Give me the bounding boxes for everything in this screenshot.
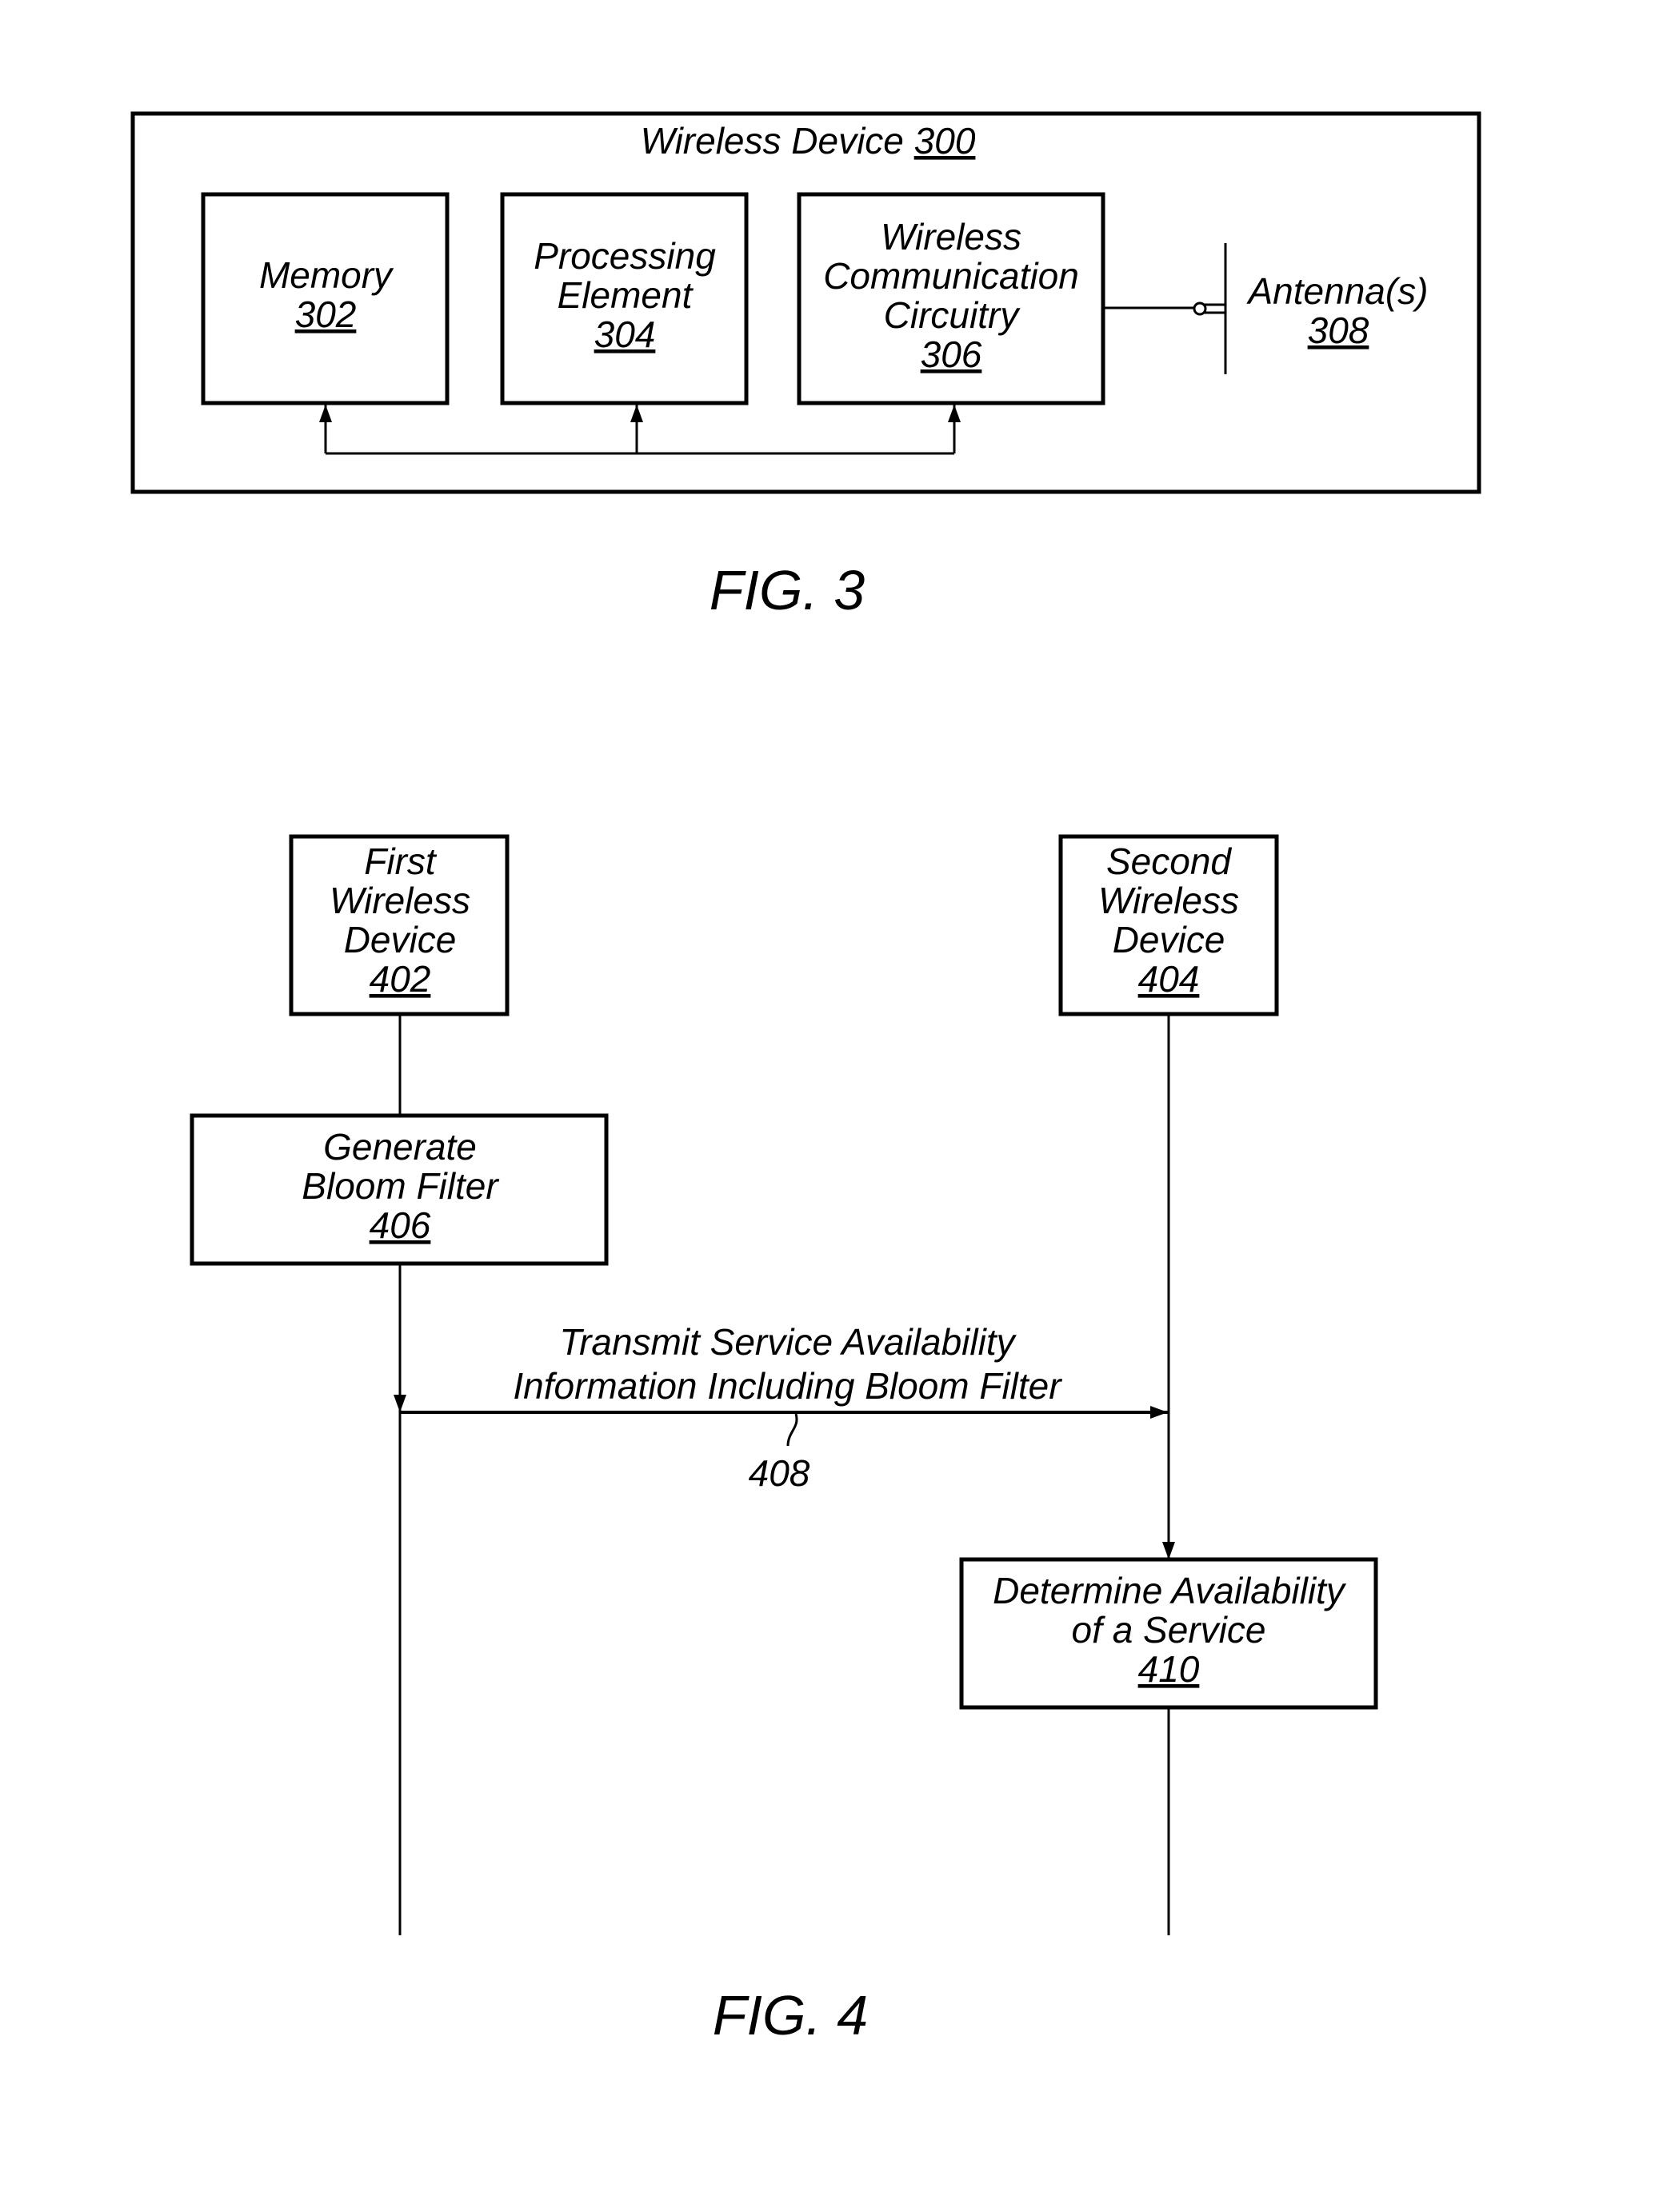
node-406-line1: Generate	[323, 1126, 477, 1168]
node-402-line2: Wireless	[330, 880, 470, 921]
container-title: Wireless Device 300	[641, 120, 976, 162]
message-ref: 408	[749, 1452, 810, 1494]
node-404-line1: Second	[1106, 840, 1232, 882]
node-406-line2: Bloom Filter	[302, 1165, 499, 1207]
node-406-ref: 406	[370, 1204, 431, 1246]
message-line2: Information Including Bloom Filter	[513, 1365, 1062, 1407]
node-410-line2: of a Service	[1072, 1609, 1266, 1651]
antenna-ref: 308	[1308, 309, 1369, 351]
wcc-line1: Wireless	[881, 216, 1021, 258]
wcc-line2: Communication	[823, 255, 1079, 297]
fig3: Wireless Device 300 Memory 302 Processin…	[130, 111, 1481, 621]
wcc-line3: Circuitry	[884, 294, 1021, 336]
node-410-ref: 410	[1138, 1648, 1200, 1690]
node-404-line2: Wireless	[1098, 880, 1239, 921]
fig4: First Wireless Device 402 Second Wireles…	[190, 834, 1378, 2046]
memory-label: Memory	[259, 254, 394, 296]
ref-leader-408	[786, 1413, 798, 1447]
processing-element-line2: Element	[558, 274, 694, 316]
node-402-line3: Device	[344, 919, 457, 960]
node-404-line3: Device	[1113, 919, 1225, 960]
message-line1: Transmit Service Availability	[559, 1321, 1017, 1363]
antenna-label: Antenna(s)	[1245, 270, 1428, 312]
fig4-caption: FIG. 4	[713, 1984, 868, 2046]
antenna-icon	[1103, 243, 1227, 374]
memory-ref: 302	[295, 293, 357, 335]
processing-element-ref: 304	[594, 313, 656, 355]
wcc-ref: 306	[921, 333, 982, 375]
node-402-ref: 402	[370, 958, 431, 1000]
patent-figures: Wireless Device 300 Memory 302 Processin…	[130, 111, 1481, 2046]
node-410-line1: Determine Availability	[993, 1570, 1347, 1611]
node-402-line1: First	[364, 840, 438, 882]
node-404-ref: 404	[1138, 958, 1200, 1000]
fig3-caption: FIG. 3	[710, 559, 865, 621]
processing-element-line1: Processing	[534, 235, 716, 277]
